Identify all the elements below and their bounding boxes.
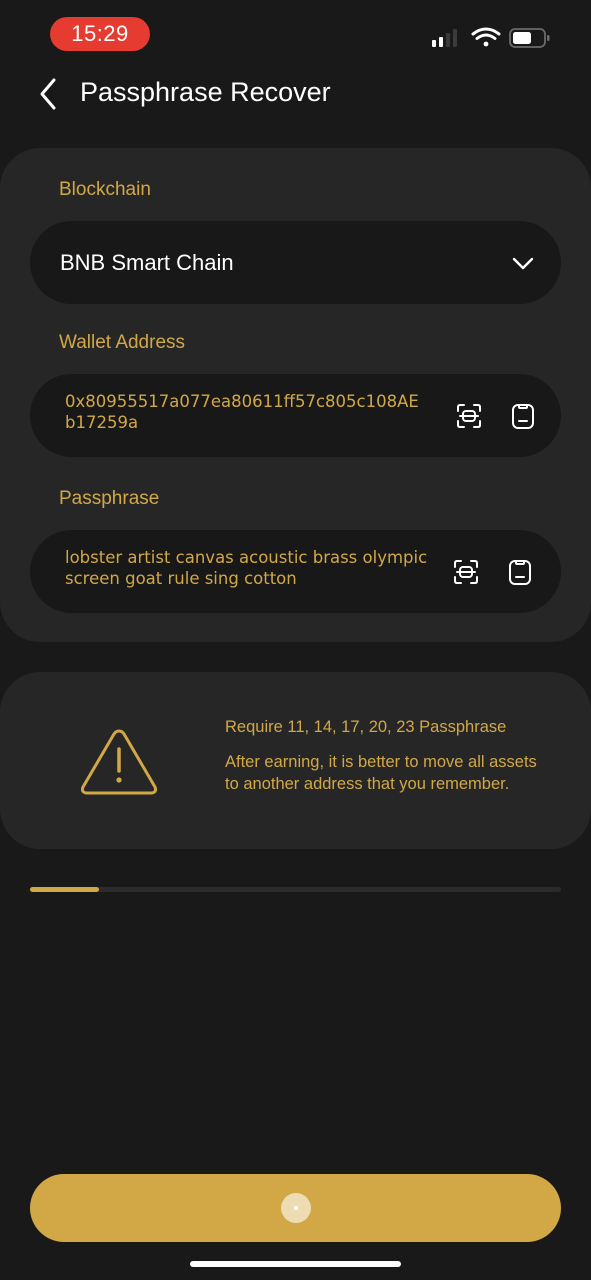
- wallet-paste-button[interactable]: [508, 401, 538, 431]
- wallet-scan-button[interactable]: [454, 401, 484, 431]
- progress-bar: [30, 887, 561, 892]
- wallet-address-field[interactable]: 0x80955517a077ea80611ff57c805c108AEb1725…: [30, 374, 561, 457]
- blockchain-value: BNB Smart Chain: [60, 250, 234, 275]
- home-indicator[interactable]: [190, 1261, 401, 1267]
- scan-icon: [454, 560, 478, 584]
- spinner-icon: [280, 1193, 311, 1223]
- chevron-down-icon[interactable]: [511, 251, 535, 275]
- passphrase-value[interactable]: lobster artist canvas acoustic brass oly…: [65, 547, 445, 589]
- passphrase-scan-button[interactable]: [451, 557, 481, 587]
- wifi-icon: [471, 27, 501, 47]
- progress-fill: [30, 887, 100, 892]
- back-button[interactable]: [30, 74, 66, 114]
- blockchain-label: Blockchain: [59, 179, 151, 200]
- chevron-left-icon: [40, 78, 56, 110]
- status-time: 15:29: [50, 17, 150, 51]
- header: Passphrase Recover: [0, 70, 591, 118]
- warning-icon: [80, 729, 158, 795]
- submit-button[interactable]: [30, 1174, 561, 1242]
- blockchain-select[interactable]: BNB Smart Chain: [30, 221, 561, 304]
- signal-icon: [432, 29, 457, 47]
- scan-icon: [457, 404, 481, 428]
- passphrase-paste-button[interactable]: [505, 557, 535, 587]
- paste-icon: [509, 560, 531, 585]
- status-icons: [430, 26, 555, 52]
- passphrase-field[interactable]: lobster artist canvas acoustic brass oly…: [30, 530, 561, 613]
- info-card: Require 11, 14, 17, 20, 23 Passphrase Af…: [0, 672, 591, 849]
- wallet-address-label: Wallet Address: [59, 332, 186, 353]
- info-title: Require 11, 14, 17, 20, 23 Passphrase: [225, 718, 507, 736]
- passphrase-label: Passphrase: [59, 488, 160, 509]
- status-bar: 15:29: [0, 0, 591, 70]
- wallet-address-value[interactable]: 0x80955517a077ea80611ff57c805c108AEb1725…: [65, 391, 425, 433]
- recover-form-card: Blockchain BNB Smart Chain Wallet Addres…: [0, 148, 591, 642]
- info-body: After earning, it is better to move all …: [225, 753, 537, 793]
- page-title: Passphrase Recover: [80, 77, 331, 107]
- paste-icon: [512, 404, 534, 429]
- battery-icon: [509, 28, 550, 48]
